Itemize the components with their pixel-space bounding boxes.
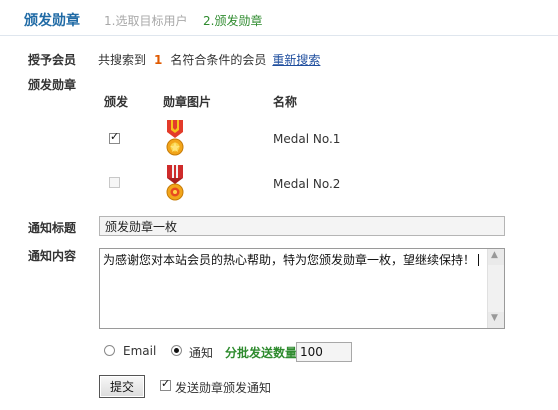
col-header-issue: 颁发: [104, 95, 129, 109]
medal-1-name: Medal No.1: [273, 132, 341, 146]
chevron-down-icon: ▼: [491, 313, 498, 323]
medal-2-checkbox[interactable]: [109, 177, 120, 188]
medal-ribbon-red-icon: [166, 165, 184, 201]
search-prefix: 共搜索到: [98, 53, 147, 67]
search-result-line: 共搜索到 1 名符合条件的会员 重新搜索: [98, 51, 320, 68]
scroll-up-arrow[interactable]: ▲: [488, 249, 504, 265]
scroll-down-arrow[interactable]: ▼: [488, 312, 504, 328]
notice-radio[interactable]: [171, 345, 182, 356]
col-header-image: 勋章图片: [163, 95, 212, 109]
email-radio[interactable]: [104, 345, 115, 356]
notice-content-text: 为感谢您对本站会员的热心帮助，特为您颁发勋章一枚，望继续保持！: [103, 252, 483, 268]
notice-option-label: 通知: [189, 346, 214, 360]
step-select-users[interactable]: 1.选取目标用户: [104, 12, 187, 29]
send-notice-label: 发送勋章颁发通知: [175, 381, 272, 395]
medal-ribbon-yellow-icon: [166, 120, 184, 156]
email-option-label: Email: [123, 344, 157, 358]
notice-title-input[interactable]: [99, 216, 505, 236]
submit-button[interactable]: 提交: [99, 375, 145, 398]
textarea-scrollbar[interactable]: ▲ ▼: [487, 249, 504, 328]
page-title: 颁发勋章: [24, 13, 80, 29]
send-notice-checkbox[interactable]: [160, 377, 171, 391]
search-suffix: 名符合条件的会员: [170, 53, 267, 67]
issue-medal-label: 颁发勋章: [28, 78, 77, 92]
chevron-up-icon: ▲: [491, 250, 498, 260]
batch-size-input[interactable]: [296, 342, 352, 362]
medal-2-name: Medal No.2: [273, 177, 341, 191]
col-header-name: 名称: [273, 95, 298, 109]
medal-1-checkbox[interactable]: [109, 130, 120, 144]
step-issue-medal: 2.颁发勋章: [203, 14, 263, 28]
grant-member-label: 授予会员: [28, 53, 77, 67]
notice-title-label: 通知标题: [28, 221, 77, 235]
batch-size-label: 分批发送数量: [225, 346, 298, 360]
research-link[interactable]: 重新搜索: [272, 53, 320, 67]
page-header: 颁发勋章 1.选取目标用户 2.颁发勋章: [0, 0, 558, 36]
search-count: 1: [154, 53, 163, 67]
notice-content-label: 通知内容: [28, 249, 77, 263]
notice-content-textarea[interactable]: 为感谢您对本站会员的热心帮助，特为您颁发勋章一枚，望继续保持！ ▲ ▼: [99, 248, 505, 329]
text-caret: [478, 254, 480, 266]
